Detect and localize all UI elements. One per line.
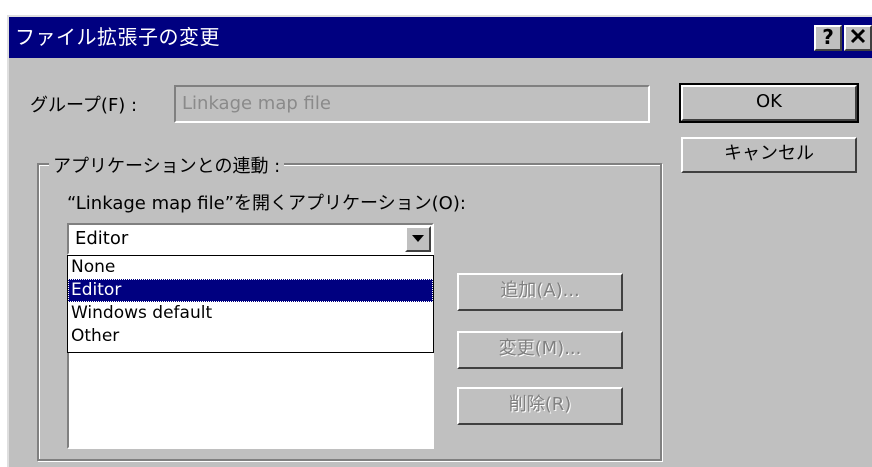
- close-icon: [850, 28, 866, 44]
- application-combobox[interactable]: Editor: [67, 223, 434, 255]
- chevron-down-icon: [412, 235, 424, 242]
- combobox-dropdown-list[interactable]: None Editor Windows default Other: [67, 255, 434, 353]
- dropdown-option-selected[interactable]: Editor: [68, 279, 433, 302]
- change-file-extension-dialog: ファイル拡張子の変更 ? グループ(F) : Linkage map file …: [7, 15, 872, 467]
- help-button[interactable]: ?: [814, 25, 842, 51]
- group-label: グループ(F) :: [30, 95, 138, 116]
- change-button[interactable]: 変更(M)...: [457, 331, 623, 369]
- dropdown-option[interactable]: None: [68, 256, 433, 279]
- combobox-selected-value: Editor: [75, 228, 129, 249]
- dialog-title: ファイル拡張子の変更: [15, 25, 220, 49]
- title-bar[interactable]: ファイル拡張子の変更 ?: [9, 17, 872, 58]
- group-name-field[interactable]: Linkage map file: [174, 85, 650, 123]
- application-link-group-title: アプリケーションとの連動 :: [49, 152, 285, 178]
- screen: ファイル拡張子の変更 ? グループ(F) : Linkage map file …: [0, 0, 872, 467]
- open-with-label: “Linkage map file”を開くアプリケーション(O):: [67, 193, 466, 214]
- dropdown-option[interactable]: Windows default: [68, 302, 433, 325]
- cancel-button[interactable]: キャンセル: [681, 137, 857, 173]
- dropdown-option[interactable]: Other: [68, 325, 433, 348]
- close-button[interactable]: [844, 25, 872, 51]
- ok-button[interactable]: OK: [679, 83, 859, 123]
- combobox-dropdown-button[interactable]: [405, 226, 431, 252]
- add-button[interactable]: 追加(A)...: [457, 273, 623, 311]
- delete-button[interactable]: 削除(R): [457, 387, 623, 425]
